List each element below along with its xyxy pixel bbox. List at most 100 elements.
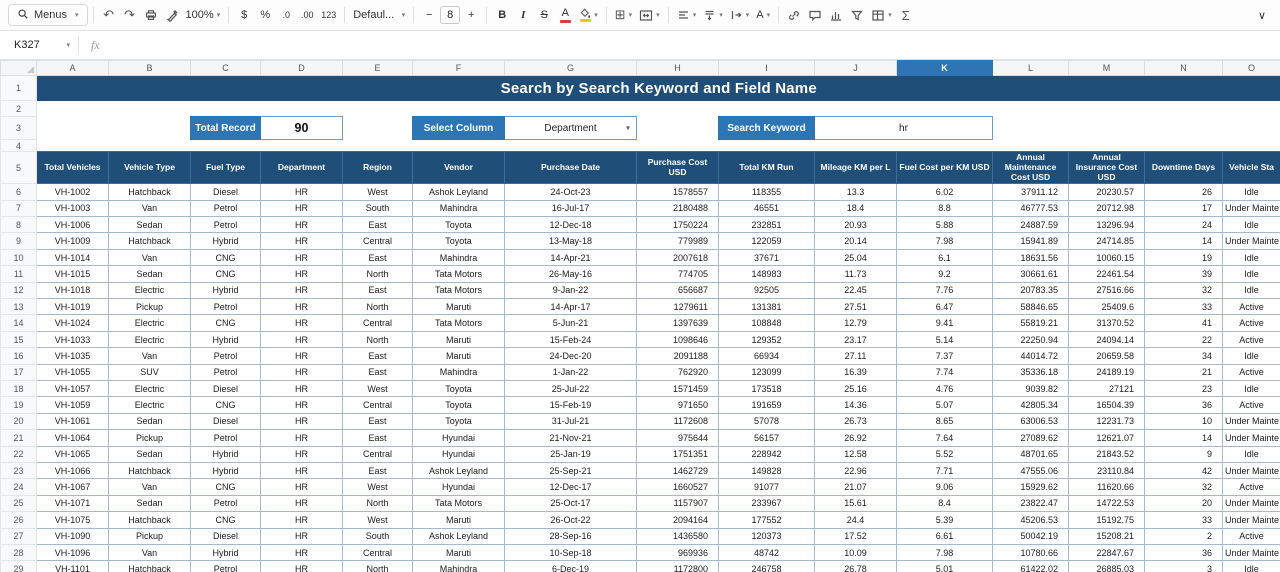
table-column-header[interactable]: Region <box>343 152 413 184</box>
cell[interactable]: 26.73 <box>815 413 897 429</box>
percent-format-button[interactable]: % <box>255 4 275 26</box>
chart-button[interactable] <box>826 4 846 26</box>
cell[interactable]: VH-1015 <box>37 266 109 282</box>
cell[interactable]: 779989 <box>637 233 719 249</box>
cell[interactable]: Active <box>1223 479 1280 495</box>
table-column-header[interactable]: Vehicle Sta <box>1223 152 1280 184</box>
insert-link-button[interactable] <box>784 4 804 26</box>
font-family-select[interactable]: Defaul... <box>350 4 408 26</box>
fx-icon[interactable]: fx <box>79 38 112 53</box>
cell[interactable]: HR <box>261 479 343 495</box>
cell[interactable]: VH-1071 <box>37 495 109 511</box>
column-header[interactable]: J <box>815 61 897 76</box>
cell[interactable]: Ashok Leyland <box>413 462 505 478</box>
cell[interactable]: South <box>343 528 413 544</box>
cell[interactable]: Maruti <box>413 544 505 560</box>
cell[interactable]: Central <box>343 233 413 249</box>
cell[interactable]: 46551 <box>719 200 815 216</box>
column-header[interactable]: G <box>505 61 637 76</box>
cell[interactable]: 5.14 <box>897 331 993 347</box>
cell[interactable]: 120373 <box>719 528 815 544</box>
cell[interactable]: Toyota <box>413 233 505 249</box>
cell[interactable]: 15208.21 <box>1069 528 1145 544</box>
cell[interactable]: Idle <box>1223 380 1280 396</box>
row-header[interactable]: 26 <box>1 512 37 528</box>
column-header[interactable]: I <box>719 61 815 76</box>
cell[interactable]: Van <box>109 249 191 265</box>
cell[interactable]: VH-1033 <box>37 331 109 347</box>
cell[interactable]: 177552 <box>719 512 815 528</box>
cell[interactable]: Under Mainte <box>1223 544 1280 560</box>
cell[interactable]: 1279611 <box>637 299 719 315</box>
table-column-header[interactable]: Purchase Date <box>505 152 637 184</box>
column-header[interactable]: E <box>343 61 413 76</box>
cell[interactable]: CNG <box>191 512 261 528</box>
cell[interactable]: 1571459 <box>637 380 719 396</box>
fill-color-button[interactable] <box>576 4 601 26</box>
cell[interactable]: 13-May-18 <box>505 233 637 249</box>
cell[interactable]: 21-Nov-21 <box>505 430 637 446</box>
cell[interactable]: 2091188 <box>637 348 719 364</box>
cell[interactable]: HR <box>261 528 343 544</box>
cell[interactable]: VH-1006 <box>37 217 109 233</box>
cell[interactable]: 20659.58 <box>1069 348 1145 364</box>
cell[interactable]: 6.61 <box>897 528 993 544</box>
cell[interactable] <box>637 117 719 140</box>
cell[interactable]: 14 <box>1145 233 1223 249</box>
cell[interactable]: Pickup <box>109 528 191 544</box>
cell[interactable]: 246758 <box>719 561 815 572</box>
cell[interactable]: Diesel <box>191 184 261 200</box>
cell[interactable]: 12-Dec-18 <box>505 217 637 233</box>
cell[interactable]: 10060.15 <box>1069 249 1145 265</box>
cell[interactable]: 25-Jul-22 <box>505 380 637 396</box>
cell[interactable]: 20230.57 <box>1069 184 1145 200</box>
cell[interactable]: 2 <box>1145 528 1223 544</box>
cell[interactable]: Active <box>1223 364 1280 380</box>
cell[interactable]: VH-1014 <box>37 249 109 265</box>
row-header[interactable]: 24 <box>1 479 37 495</box>
cell[interactable]: North <box>343 561 413 572</box>
cell[interactable]: 30661.61 <box>993 266 1069 282</box>
cell[interactable]: VH-1065 <box>37 446 109 462</box>
cell[interactable]: 148983 <box>719 266 815 282</box>
cell[interactable]: 26 <box>1145 184 1223 200</box>
cell[interactable]: Diesel <box>191 380 261 396</box>
cell[interactable]: Toyota <box>413 397 505 413</box>
cell[interactable]: North <box>343 266 413 282</box>
cell[interactable]: Sedan <box>109 266 191 282</box>
cell[interactable]: Hybrid <box>191 282 261 298</box>
cell[interactable]: 7.71 <box>897 462 993 478</box>
cell[interactable]: 21 <box>1145 364 1223 380</box>
decrease-decimal-button[interactable]: .0 <box>276 4 296 26</box>
cell[interactable]: 23110.84 <box>1069 462 1145 478</box>
column-header[interactable]: D <box>261 61 343 76</box>
currency-format-button[interactable]: $ <box>234 4 254 26</box>
cell[interactable]: East <box>343 462 413 478</box>
cell[interactable]: 34 <box>1145 348 1223 364</box>
row-header[interactable]: 17 <box>1 364 37 380</box>
cell[interactable]: CNG <box>191 249 261 265</box>
cell[interactable]: 5-Jun-21 <box>505 315 637 331</box>
cell[interactable]: 8.8 <box>897 200 993 216</box>
cell[interactable]: 7.76 <box>897 282 993 298</box>
cell[interactable]: 123099 <box>719 364 815 380</box>
cell[interactable]: West <box>343 184 413 200</box>
row-header[interactable]: 18 <box>1 380 37 396</box>
cell[interactable]: Electric <box>109 282 191 298</box>
cell[interactable]: 26-May-16 <box>505 266 637 282</box>
cell[interactable]: 16504.39 <box>1069 397 1145 413</box>
cell[interactable]: 36 <box>1145 397 1223 413</box>
cell[interactable]: 1-Jan-22 <box>505 364 637 380</box>
cell[interactable]: 28-Sep-16 <box>505 528 637 544</box>
cell[interactable]: Hyundai <box>413 479 505 495</box>
cell[interactable]: 24-Oct-23 <box>505 184 637 200</box>
cell[interactable]: 15-Feb-24 <box>505 331 637 347</box>
row-header[interactable]: 20 <box>1 413 37 429</box>
cell[interactable]: 26885.03 <box>1069 561 1145 572</box>
title-banner-cell[interactable]: Search by Search Keyword and Field Name <box>37 76 1280 101</box>
cell[interactable]: Active <box>1223 299 1280 315</box>
cell[interactable]: 27.11 <box>815 348 897 364</box>
column-header[interactable]: M <box>1069 61 1145 76</box>
cell[interactable]: Central <box>343 315 413 331</box>
cell[interactable]: 5.88 <box>897 217 993 233</box>
